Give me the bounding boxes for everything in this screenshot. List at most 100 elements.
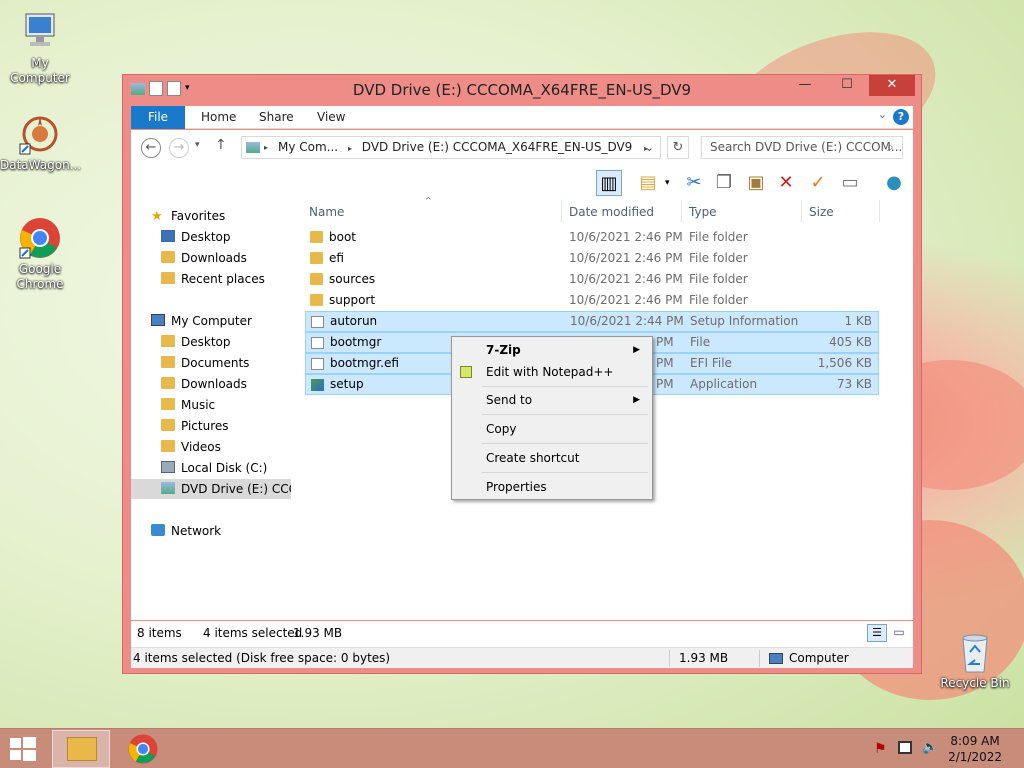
desktop-icon-my-computer[interactable]: My Computer [0, 10, 80, 86]
close-button[interactable]: ✕ [869, 75, 915, 96]
menu-item-copy[interactable]: Copy [454, 418, 650, 440]
properties-toolbar-icon[interactable]: ▭ [837, 170, 863, 196]
nav-favorites-downloads[interactable]: Downloads [161, 248, 247, 268]
file-date: 10/6/2021 2:46 PM [569, 230, 683, 244]
nav-item-label: Pictures [181, 419, 229, 433]
file-size: 1 KB [844, 314, 872, 328]
start-button[interactable] [10, 737, 36, 761]
search-input[interactable]: Search DVD Drive (E:) CCCOM... [701, 136, 903, 159]
action-center-flag-icon[interactable]: ⚑ [874, 741, 887, 757]
menu-item-create-shortcut[interactable]: Create shortcut [454, 447, 650, 469]
column-header-date-modified[interactable]: Date modified [569, 202, 654, 222]
file-row-efi[interactable]: efi 10/6/2021 2:46 PM File folder [305, 248, 879, 269]
nav-documents[interactable]: Documents [161, 353, 249, 373]
sort-ascending-icon: ^ [425, 196, 432, 205]
tab-view[interactable]: View [303, 106, 359, 129]
maximize-button[interactable]: ☐ [833, 75, 861, 96]
nav-videos[interactable]: Videos [161, 437, 221, 457]
status-divider [759, 650, 760, 667]
rename-icon[interactable]: ✓ [805, 170, 831, 196]
back-button[interactable]: ← [141, 138, 161, 158]
copy-icon[interactable]: ❐ [711, 170, 737, 196]
desktop-icon-label: DataWagon... [0, 158, 82, 172]
taskbar-file-explorer[interactable] [52, 730, 110, 768]
folder-options-dropdown-icon[interactable]: ▾ [665, 178, 670, 188]
file-row-boot[interactable]: boot 10/6/2021 2:46 PM File folder [305, 227, 879, 248]
forward-button[interactable]: → [169, 138, 189, 158]
file-row-support[interactable]: support 10/6/2021 2:46 PM File folder [305, 290, 879, 311]
address-dropdown-icon[interactable]: ⌄ [645, 137, 654, 158]
file-row-autorun[interactable]: autorun 10/6/2021 2:44 PM Setup Informat… [305, 311, 879, 332]
menu-item-label: Edit with Notepad++ [486, 365, 614, 379]
up-button[interactable]: ↑ [215, 137, 227, 153]
menu-item-properties[interactable]: Properties [454, 476, 650, 498]
minimize-button[interactable]: — [791, 75, 819, 96]
refresh-button[interactable]: ↻ [667, 136, 689, 159]
nav-favorites[interactable]: ★ Favorites [151, 206, 225, 226]
nav-dvd-drive-e[interactable]: DVD Drive (E:) CCCC [131, 479, 291, 499]
network-icon [151, 524, 165, 536]
column-separator[interactable] [879, 200, 880, 222]
nav-favorites-label: Favorites [171, 209, 226, 223]
tab-share[interactable]: Share [245, 106, 308, 129]
recent-locations-icon[interactable]: ▾ [195, 140, 200, 150]
file-type: Setup Information [690, 314, 799, 328]
command-toolbar: ▥ ▤ ▾ ✂ ❐ ▣ ✕ ✓ ▭ ● [131, 166, 913, 200]
nav-local-disk-c[interactable]: Local Disk (C:) [161, 458, 267, 478]
file-name: support [329, 293, 376, 307]
nav-pictures[interactable]: Pictures [161, 416, 229, 436]
help-icon[interactable]: ? [893, 109, 909, 125]
cut-icon[interactable]: ✂ [681, 170, 707, 196]
nav-my-computer[interactable]: My Computer [151, 311, 252, 331]
menu-item-7zip[interactable]: 7-Zip ▶ [454, 339, 650, 361]
nav-favorites-recent-places[interactable]: Recent places [161, 269, 265, 289]
nav-music[interactable]: Music [161, 395, 215, 415]
details-view-icon[interactable]: ☰ [867, 624, 887, 642]
column-separator[interactable] [801, 200, 802, 222]
column-header-type[interactable]: Type [689, 202, 717, 222]
network-tray-icon[interactable] [898, 741, 912, 754]
desktop-icon-google-chrome[interactable]: Google Chrome [0, 216, 80, 292]
column-separator[interactable] [561, 200, 562, 222]
nav-downloads[interactable]: Downloads [161, 374, 247, 394]
large-icons-view-icon[interactable]: ▭ [889, 624, 909, 642]
file-name: sources [329, 272, 376, 286]
volume-muted-icon[interactable]: 🔈 [922, 740, 938, 755]
menu-item-send-to[interactable]: Send to ▶ [454, 389, 650, 411]
folder-icon [310, 252, 323, 264]
file-type: File folder [689, 293, 748, 307]
menu-item-edit-with-notepad[interactable]: Edit with Notepad++ [454, 361, 650, 383]
ribbon-expand-icon[interactable]: ⌄ [878, 108, 887, 121]
globe-icon[interactable]: ● [881, 170, 907, 196]
column-header-size[interactable]: Size [809, 202, 834, 222]
tab-home[interactable]: Home [187, 106, 250, 129]
breadcrumb-dvd-drive[interactable]: DVD Drive (E:) CCCOMA_X64FRE_EN-US_DV9 [362, 140, 633, 154]
menu-item-label: Properties [486, 480, 547, 494]
file-size: 1,506 KB [817, 356, 872, 370]
recent-places-icon [161, 272, 175, 284]
preview-pane-icon[interactable]: ▥ [596, 170, 622, 196]
nav-desktop[interactable]: Desktop [161, 332, 231, 352]
tab-file[interactable]: File [131, 106, 185, 129]
tray-clock[interactable]: 8:09 AM 2/1/2022 [948, 733, 1002, 765]
nav-item-label: Downloads [181, 377, 247, 391]
desktop-icon-datawagon[interactable]: DataWagon... [0, 112, 82, 173]
desktop-icon-recycle-bin[interactable]: Recycle Bin [935, 630, 1015, 691]
recycle-bin-icon [953, 630, 997, 674]
title-bar[interactable]: ▾ DVD Drive (E:) CCCOMA_X64FRE_EN-US_DV9… [123, 75, 921, 105]
nav-pane-splitter[interactable] [291, 200, 295, 620]
file-row-sources[interactable]: sources 10/6/2021 2:46 PM File folder [305, 269, 879, 290]
column-header-name[interactable]: Name [309, 202, 344, 222]
file-name: bootmgr [330, 335, 382, 349]
taskbar-chrome[interactable] [124, 733, 162, 765]
column-separator[interactable] [681, 200, 682, 222]
nav-favorites-desktop[interactable]: Desktop [161, 227, 231, 247]
paste-icon[interactable]: ▣ [743, 170, 769, 196]
computer-small-icon [151, 314, 165, 326]
breadcrumb-my-computer[interactable]: My Com... [278, 140, 338, 154]
nav-network[interactable]: Network [151, 521, 221, 541]
delete-icon[interactable]: ✕ [773, 170, 799, 196]
folder-options-icon[interactable]: ▤ [635, 170, 661, 196]
address-box[interactable]: ▸ My Com... ▸ DVD Drive (E:) CCCOMA_X64F… [241, 136, 661, 159]
file-name: setup [330, 377, 364, 391]
